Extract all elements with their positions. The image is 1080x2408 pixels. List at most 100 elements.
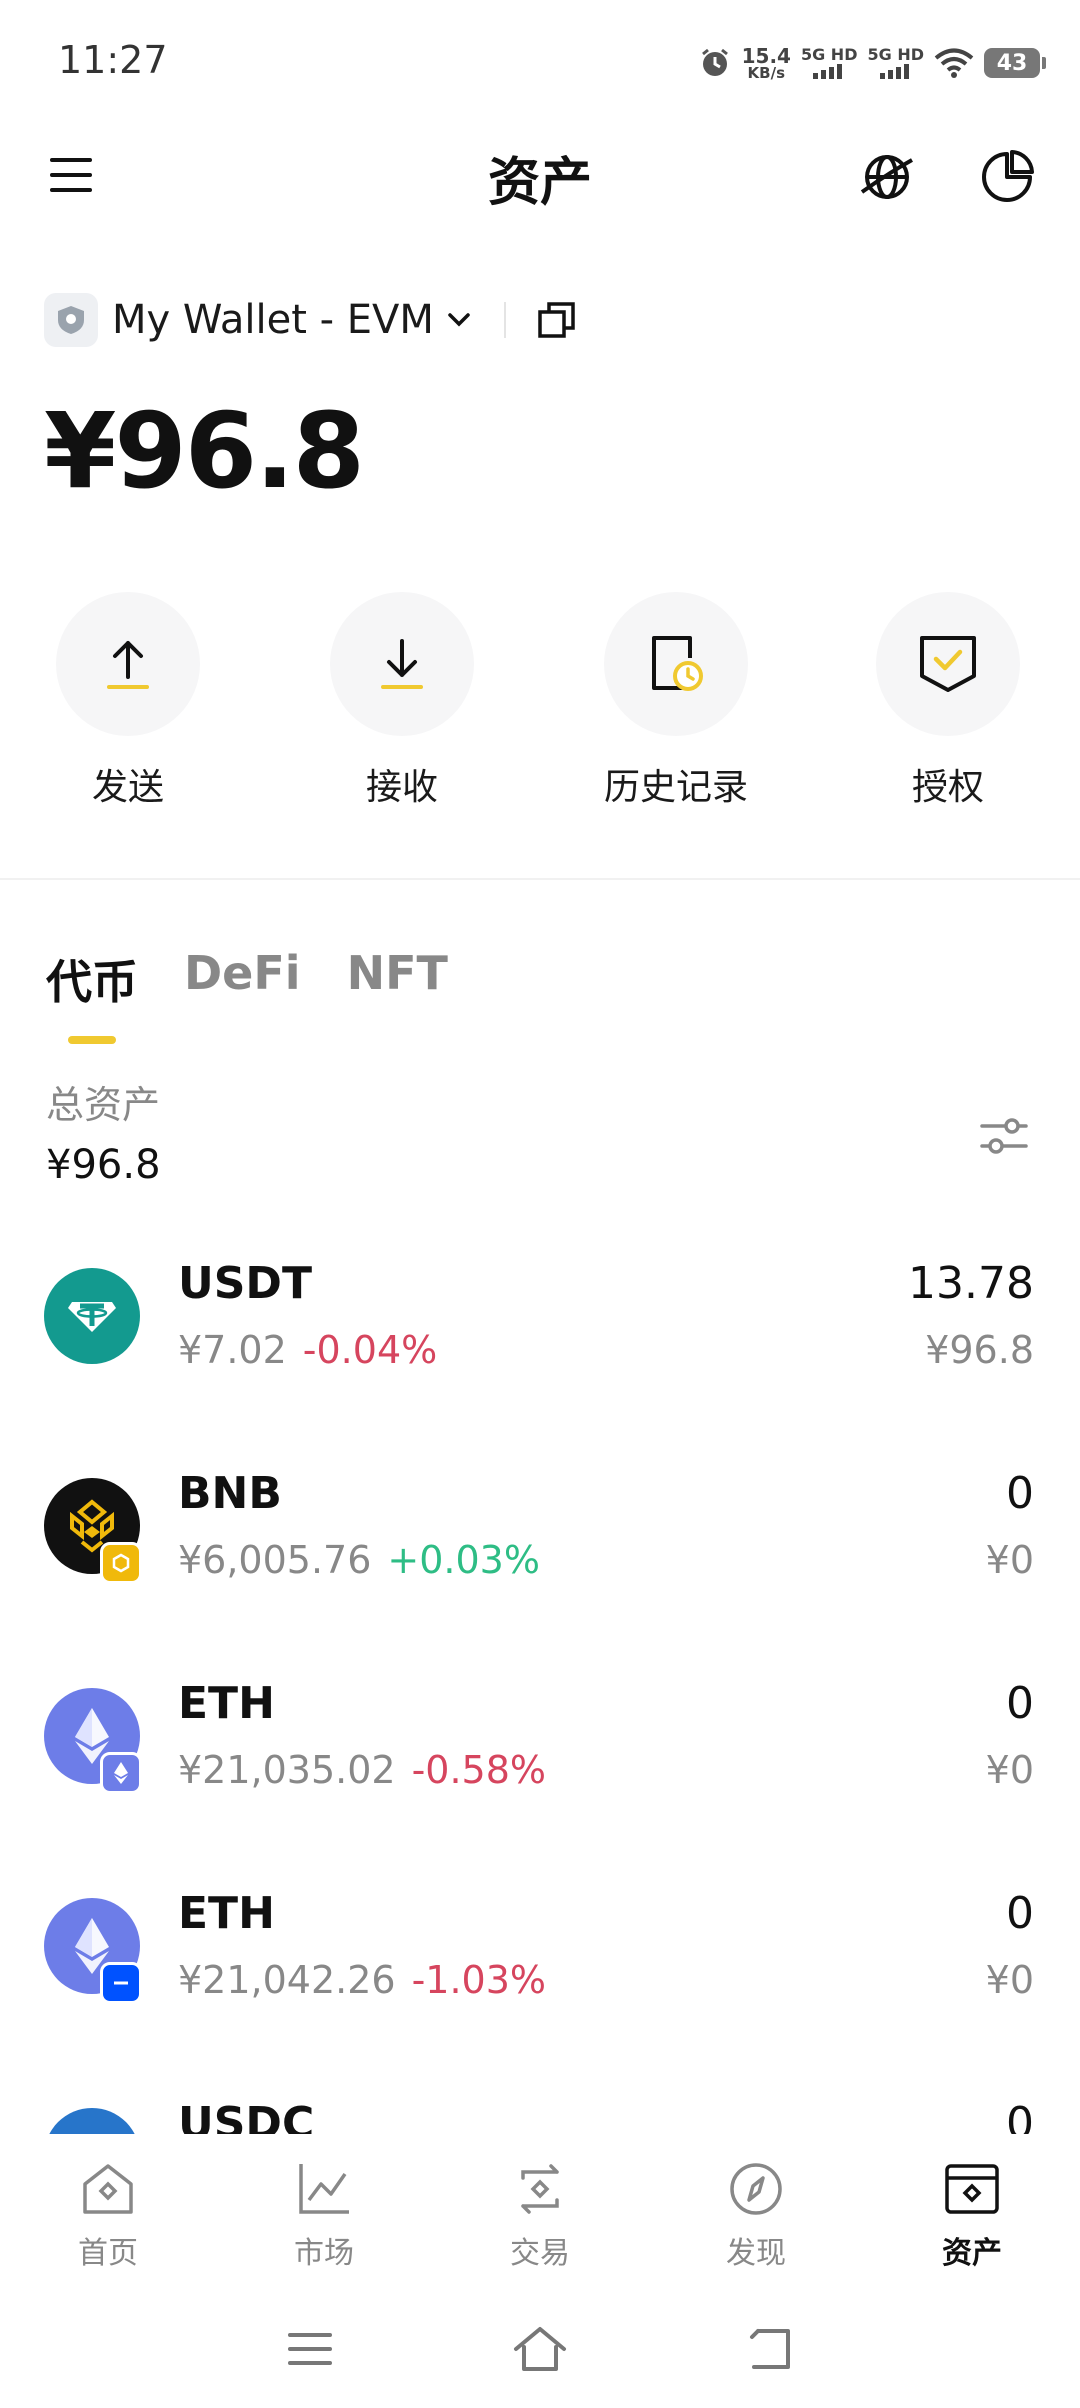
copy-icon[interactable] — [536, 299, 578, 341]
receive-arrow-down-icon — [381, 639, 423, 689]
authorize-button[interactable]: 授权 — [848, 592, 1048, 810]
asset-tabs: 代币 DeFi NFT — [46, 946, 448, 1012]
status-icons: 15.4 KB/s 5G HD 5G HD 43 — [698, 40, 1046, 86]
nav-label: 首页 — [78, 2236, 138, 2271]
signal-2: 5G HD — [867, 47, 924, 79]
token-change: -0.58% — [411, 1748, 547, 1792]
portfolio-pie-icon[interactable] — [978, 148, 1036, 206]
token-change: +0.03% — [387, 1538, 540, 1582]
token-price-line: ¥7.02 -0.04% — [178, 1328, 437, 1372]
token-price: ¥7.02 — [178, 1328, 287, 1372]
recent-apps-icon[interactable] — [280, 2319, 340, 2379]
signal-1: 5G HD — [801, 47, 857, 79]
home-icon — [83, 2164, 133, 2214]
wallet-name[interactable]: My Wallet - EVM — [112, 297, 434, 343]
token-row-eth[interactable]: ETH ¥21,035.02 -0.58% 0 ¥0 — [0, 1640, 1080, 1850]
receive-button[interactable]: 接收 — [302, 592, 502, 810]
history-label: 历史记录 — [603, 767, 748, 808]
nav-home[interactable]: 首页 — [0, 2134, 216, 2284]
token-price-line: ¥21,042.26 -1.03% — [178, 1958, 546, 2002]
token-row-usdc[interactable]: USDC 0 — [0, 2060, 1080, 2134]
alarm-icon — [701, 48, 728, 76]
wifi-icon — [934, 48, 974, 78]
total-assets-label: 总资产 — [46, 1083, 161, 1127]
token-change: -1.03% — [411, 1958, 547, 2002]
total-assets-value: ¥96.8 — [46, 1142, 161, 1188]
nav-trade[interactable]: 交易 — [432, 2134, 648, 2284]
shield-icon — [58, 306, 84, 334]
token-amount: 0 — [1006, 1678, 1034, 1729]
nav-label: 市场 — [294, 2236, 354, 2271]
receive-label: 接收 — [365, 767, 438, 808]
token-price: ¥6,005.76 — [178, 1538, 372, 1582]
usdc-logo-icon — [44, 2108, 140, 2134]
token-value: ¥0 — [985, 1958, 1034, 2002]
history-clock-icon — [652, 636, 703, 691]
eth-chain-badge-icon — [100, 1752, 142, 1794]
home-button-icon[interactable] — [510, 2319, 570, 2379]
token-price: ¥21,042.26 — [178, 1958, 396, 2002]
token-row-eth-base[interactable]: ETH ¥21,042.26 -1.03% 0 ¥0 — [0, 1850, 1080, 2060]
token-list: USDT ¥7.02 -0.04% 13.78 ¥96.8 BNB ¥6,005.… — [0, 1220, 1080, 2134]
market-chart-icon — [299, 2164, 349, 2214]
token-amount: 0 — [1006, 2098, 1034, 2134]
quick-actions: 发送 接收 历史记录 授权 — [0, 592, 1080, 812]
token-symbol: USDC — [178, 2098, 315, 2134]
nav-market[interactable]: 市场 — [216, 2134, 432, 2284]
token-amount: 13.78 — [908, 1258, 1034, 1309]
discover-compass-icon — [730, 2163, 782, 2215]
token-symbol: ETH — [178, 1678, 275, 1729]
token-symbol: USDT — [178, 1258, 312, 1309]
signal-bars-icon — [879, 64, 909, 79]
assets-wallet-icon — [945, 2164, 999, 2214]
token-row-usdt[interactable]: USDT ¥7.02 -0.04% 13.78 ¥96.8 — [0, 1220, 1080, 1430]
nav-label: 交易 — [510, 2236, 570, 2271]
battery-indicator: 43 — [984, 48, 1046, 78]
token-price: ¥21,035.02 — [178, 1748, 396, 1792]
filter-settings-icon[interactable] — [978, 1110, 1030, 1162]
network-globe-icon[interactable] — [858, 148, 916, 206]
page-title: 资产 — [487, 153, 592, 213]
back-icon[interactable] — [740, 2319, 800, 2379]
divider — [503, 302, 506, 338]
send-label: 发送 — [91, 767, 164, 808]
token-symbol: BNB — [178, 1468, 282, 1519]
token-price-line: ¥21,035.02 -0.58% — [178, 1748, 546, 1792]
wallet-balance: ¥96.8 — [44, 390, 365, 512]
send-button[interactable]: 发送 — [28, 592, 228, 810]
trade-swap-icon — [521, 2164, 559, 2214]
net-speed: 15.4 KB/s — [741, 43, 791, 82]
token-amount: 0 — [1006, 1888, 1034, 1939]
token-symbol: ETH — [178, 1888, 275, 1939]
status-time: 11:27 — [58, 38, 168, 82]
tab-indicator — [68, 1036, 116, 1044]
tab-defi[interactable]: DeFi — [184, 946, 301, 1012]
signal-bars-icon — [813, 64, 843, 79]
bnb-chain-badge-icon — [100, 1542, 142, 1584]
authorize-check-icon — [920, 636, 976, 692]
wallet-selector[interactable]: My Wallet - EVM — [44, 292, 578, 348]
chevron-down-icon[interactable] — [444, 305, 474, 335]
tab-tokens[interactable]: 代币 — [46, 946, 138, 1012]
token-amount: 0 — [1006, 1468, 1034, 1519]
token-value: ¥96.8 — [925, 1328, 1034, 1372]
send-arrow-up-icon — [107, 641, 149, 689]
history-button[interactable]: 历史记录 — [576, 592, 776, 810]
nav-label: 资产 — [942, 2236, 1002, 2271]
bottom-nav: 首页 市场 交易 发现 资产 — [0, 2134, 1080, 2284]
nav-discover[interactable]: 发现 — [648, 2134, 864, 2284]
token-row-bnb[interactable]: BNB ¥6,005.76 +0.03% 0 ¥0 — [0, 1430, 1080, 1640]
base-chain-badge-icon — [100, 1962, 142, 2004]
token-change: -0.04% — [302, 1328, 438, 1372]
nav-label: 发现 — [726, 2236, 786, 2271]
nav-assets[interactable]: 资产 — [864, 2134, 1080, 2284]
token-value: ¥0 — [985, 1538, 1034, 1582]
wallet-avatar — [44, 293, 98, 347]
usdt-logo-icon — [44, 1268, 140, 1364]
token-value: ¥0 — [985, 1748, 1034, 1792]
token-price-line: ¥6,005.76 +0.03% — [178, 1538, 540, 1582]
section-divider — [0, 878, 1080, 880]
system-navigation — [0, 2290, 1080, 2408]
authorize-label: 授权 — [911, 767, 984, 808]
tab-nft[interactable]: NFT — [347, 946, 448, 1012]
